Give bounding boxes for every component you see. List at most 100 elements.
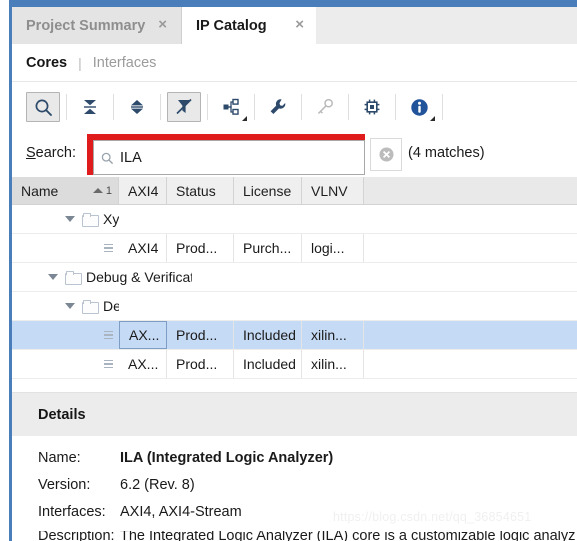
- details-panel-body: Name: ILA (Integrated Logic Analyzer) Ve…: [12, 436, 577, 541]
- tab-ip-catalog-label: IP Catalog: [196, 17, 267, 34]
- clear-icon: [379, 147, 393, 162]
- search-icon: [35, 99, 52, 116]
- toolbar-separator: [395, 94, 396, 120]
- table-row[interactable]: Xylon: [12, 205, 577, 234]
- search-label-rest: earch:: [35, 145, 76, 161]
- row-name-cell: Xylon: [12, 205, 119, 233]
- column-header-name[interactable]: Name 1: [12, 177, 119, 204]
- ip-hierarchy-dropdown-caret-icon[interactable]: [242, 116, 247, 121]
- row-status-cell: Prod...: [167, 234, 234, 262]
- table-row[interactable]: Debug & Verification: [12, 263, 577, 292]
- subtab-interfaces[interactable]: Interfaces: [93, 55, 157, 71]
- row-name-cell: [12, 234, 119, 262]
- editor-tab-bar: Project Summary × IP Catalog ×: [12, 7, 577, 44]
- details-field-description-label: Description:: [38, 531, 115, 541]
- tab-ip-catalog[interactable]: IP Catalog ×: [182, 7, 316, 44]
- tree-node: Xylon: [12, 205, 119, 233]
- details-field-name: Name: ILA (Integrated Logic Analyzer): [12, 450, 577, 477]
- info-icon: [410, 98, 428, 116]
- search-match-count: (4 matches): [408, 145, 485, 161]
- subtab-divider: |: [78, 54, 82, 71]
- table-row[interactable]: Debug: [12, 292, 577, 321]
- details-field-description: Description: The Integrated Logic Analyz…: [12, 531, 577, 541]
- row-name-cell: Debug & Verification: [12, 263, 192, 291]
- toolbar-separator: [113, 94, 114, 120]
- search-clear-button[interactable]: [370, 138, 402, 171]
- expand-collapse-arrow-icon[interactable]: [48, 274, 58, 280]
- ip-core-leaf-icon: [104, 243, 113, 253]
- tree-node: Debug: [12, 292, 119, 320]
- row-status-cell: Prod...: [167, 350, 234, 378]
- search-field-magnifier-icon: [101, 152, 114, 165]
- license-key-button: [308, 92, 342, 122]
- column-header-axi4[interactable]: AXI4: [119, 177, 167, 204]
- ip-hierarchy-button[interactable]: [214, 92, 248, 122]
- column-header-vlnv[interactable]: VLNV: [302, 177, 364, 204]
- search-label: Search:: [26, 145, 76, 161]
- column-header-name-label: Name: [21, 182, 59, 199]
- row-license-cell: Purch...: [234, 234, 302, 262]
- toolbar-separator: [254, 94, 255, 120]
- tab-project-summary-close-icon[interactable]: ×: [158, 17, 167, 32]
- info-button[interactable]: [402, 92, 436, 122]
- toolbar-separator: [442, 94, 443, 120]
- tree-node-label: Xylon: [103, 211, 119, 227]
- details-field-version-value: 6.2 (Rev. 8): [120, 477, 195, 493]
- row-license-cell: Included: [234, 321, 302, 349]
- search-input[interactable]: ILA: [93, 140, 365, 175]
- row-axi4-cell: AX...: [119, 350, 167, 378]
- ip-catalog-table: Name 1 AXI4 Status License VLNV Xy AXI4 …: [12, 177, 577, 392]
- column-header-license[interactable]: License: [234, 177, 302, 204]
- details-field-interfaces-label: Interfaces:: [38, 504, 106, 520]
- table-header-filler: [364, 177, 577, 204]
- toolbar-separator: [160, 94, 161, 120]
- catalog-subtab-bar: Cores | Interfaces: [12, 44, 577, 82]
- panel-body: Project Summary × IP Catalog × Cores | I…: [12, 7, 577, 541]
- sort-order-number: 1: [105, 184, 112, 197]
- row-name-cell: [12, 321, 119, 349]
- expand-all-button[interactable]: [120, 92, 154, 122]
- column-header-axi4-label: AXI4: [128, 182, 159, 199]
- tab-ip-catalog-close-icon[interactable]: ×: [295, 17, 304, 32]
- table-row[interactable]: AX... Prod... Included xilin...: [12, 350, 577, 379]
- column-header-license-label: License: [243, 182, 292, 199]
- search-icon-button[interactable]: [26, 92, 60, 122]
- ip-core-chip-icon: [364, 99, 380, 115]
- tab-project-summary-label: Project Summary: [26, 17, 146, 34]
- hide-filtered-button[interactable]: [167, 92, 201, 122]
- details-title: Details: [38, 406, 86, 423]
- collapse-all-icon: [84, 100, 96, 114]
- expand-collapse-arrow-icon[interactable]: [65, 216, 75, 222]
- table-row[interactable]: AX... Prod... Included xilin...: [12, 321, 577, 350]
- license-key-icon: [317, 98, 333, 115]
- row-axi4-cell: AXI4: [119, 234, 167, 262]
- settings-wrench-icon: [270, 99, 286, 114]
- column-header-status[interactable]: Status: [167, 177, 234, 204]
- subtab-cores[interactable]: Cores: [26, 55, 67, 71]
- tree-node-label: Debug & Verification: [86, 269, 192, 285]
- row-license-cell: Included: [234, 350, 302, 378]
- toolbar-separator: [66, 94, 67, 120]
- table-body: Xylon AXI4 Prod... Purch... logi...: [12, 205, 577, 379]
- column-header-vlnv-label: VLNV: [311, 182, 348, 199]
- tree-node: [21, 350, 116, 378]
- toolbar-separator: [301, 94, 302, 120]
- ip-core-chip-button[interactable]: [355, 92, 389, 122]
- details-field-version-label: Version:: [38, 477, 91, 493]
- row-vlnv-cell: xilin...: [302, 321, 364, 349]
- info-dropdown-caret-icon[interactable]: [430, 116, 435, 121]
- details-field-description-value: The Integrated Logic Analyzer (ILA) core…: [120, 531, 576, 541]
- row-status-cell: Prod...: [167, 321, 234, 349]
- tab-project-summary[interactable]: Project Summary ×: [12, 7, 182, 44]
- column-sort-indicator: 1: [92, 184, 112, 197]
- chevron-up-icon: [92, 188, 103, 193]
- column-header-status-label: Status: [176, 182, 216, 199]
- toolbar-separator: [207, 94, 208, 120]
- collapse-all-button[interactable]: [73, 92, 107, 122]
- settings-wrench-button[interactable]: [261, 92, 295, 122]
- expand-collapse-arrow-icon[interactable]: [65, 303, 75, 309]
- row-name-cell: [12, 350, 119, 378]
- table-row[interactable]: AXI4 Prod... Purch... logi...: [12, 234, 577, 263]
- tree-node-label: Debug: [103, 298, 119, 314]
- toolbar-separator: [348, 94, 349, 120]
